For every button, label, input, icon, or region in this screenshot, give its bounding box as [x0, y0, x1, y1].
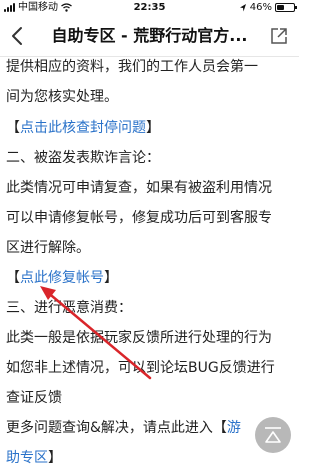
article-content: 提供相应的资料，我们的工作人员会第一 间为您核实处理。 【点击此核查封停问题】 … — [0, 57, 299, 464]
battery-percent: 46% — [249, 2, 272, 13]
chevron-left-icon[interactable] — [6, 23, 30, 49]
share-icon[interactable] — [269, 26, 289, 46]
repair-account-link-line: 【点此修复帐号】 — [6, 268, 118, 288]
nav-bar: 自助专区 - 荒野行动官方... — [0, 15, 299, 57]
paragraph-line: 此类一般是依据玩家反馈所进行处理的行为 — [6, 330, 272, 346]
check-ban-link[interactable]: 点击此核查封停问题 — [20, 120, 146, 136]
back-to-top-button[interactable] — [255, 417, 291, 453]
paragraph-line: 可以申请修复帐号，修复成功后可到客服专 — [6, 210, 272, 226]
battery-icon — [275, 3, 297, 12]
repair-account-link[interactable]: 点此修复帐号 — [20, 270, 104, 286]
bracket-open: 【 — [6, 120, 20, 136]
more-help-line-2: 助专区】 — [6, 448, 62, 464]
bracket-close: 】 — [48, 450, 62, 464]
status-right: 46% — [239, 0, 297, 15]
page-title: 自助专区 - 荒野行动官方... — [51, 26, 248, 45]
paragraph-line: 间为您核实处理。 — [6, 89, 118, 105]
more-help-line: 更多问题查询&解决，请点此进入【游 — [6, 418, 241, 438]
paragraph-line: 提供相应的资料，我们的工作人员会第一 — [6, 59, 258, 75]
self-help-link-part2[interactable]: 助专区 — [6, 450, 48, 464]
back-to-top-icon — [265, 427, 281, 443]
paragraph-line: 区进行解除。 — [6, 240, 90, 256]
status-bar: 中国移动 22:35 46% — [0, 0, 299, 15]
check-ban-link-line: 【点击此核查封停问题】 — [6, 118, 160, 138]
bracket-close: 】 — [104, 270, 118, 286]
location-icon — [239, 3, 246, 11]
paragraph-line: 此类情况可申请复查，如果有被盗利用情况 — [6, 180, 272, 196]
more-help-text: 更多问题查询&解决，请点此进入【 — [6, 420, 227, 436]
paragraph-line: 查证反馈 — [6, 390, 62, 406]
bracket-close: 】 — [146, 120, 160, 136]
bracket-open: 【 — [6, 270, 20, 286]
section-heading: 二、被盗发表欺诈言论： — [6, 150, 160, 166]
self-help-link-part1[interactable]: 游 — [227, 420, 241, 436]
paragraph-line: 如您非上述情况，可以到论坛BUG反馈进行 — [6, 360, 275, 376]
battery-fill — [277, 5, 284, 10]
section-heading: 三、进行恶意消费： — [6, 300, 132, 316]
screen: 中国移动 22:35 46% 自助专区 - 荒野行动官方... 提供相应的资料，… — [0, 0, 299, 464]
